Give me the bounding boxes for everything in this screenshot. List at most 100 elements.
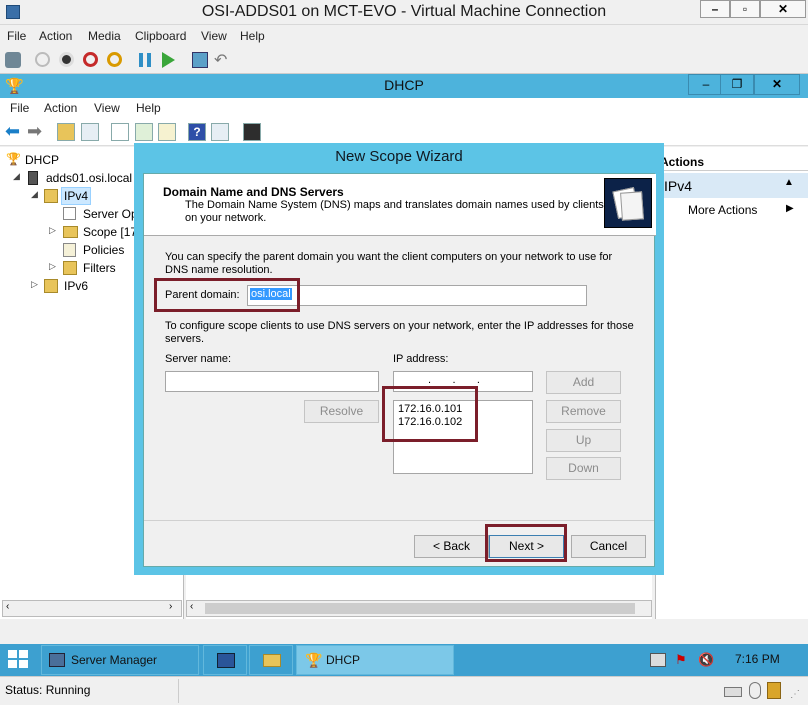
revert-icon[interactable]: ↶ [214,50,227,70]
show-hide-tree-icon[interactable] [81,123,99,141]
mmc-minimize-icon[interactable]: – [688,74,724,95]
highlight-box-parent-domain [154,278,300,312]
actions-pane: Actions IPv4 ▲ More Actions ▶ [655,147,808,619]
mmc-toolbar: ⬅ ➡ ? [0,118,808,146]
new-scope-wizard: New Scope Wizard Domain Name and DNS Ser… [134,143,664,575]
monitor-icon[interactable] [243,123,261,141]
scroll-thumb[interactable] [205,603,635,614]
vm-menu-clipboard[interactable]: Clipboard [135,29,186,43]
trophy-icon: 🏆 [305,652,323,668]
mmc-restore-icon[interactable]: ❐ [720,74,754,95]
scroll-left-icon[interactable]: ‹ [6,601,9,612]
refresh-icon[interactable] [135,123,153,141]
cancel-button[interactable]: Cancel [571,535,646,558]
resolve-button[interactable]: Resolve [304,400,379,423]
save-state-icon[interactable] [107,52,122,67]
folder-icon [63,226,78,238]
taskbar-dhcp[interactable]: 🏆 DHCP [296,645,454,675]
flag-icon[interactable]: ⚑ [675,652,687,668]
vm-menu-bar: File Action Media Clipboard View Help [0,26,808,46]
tree-label: IPv4 [64,189,89,203]
taskbar-clock[interactable]: 7:16 PM [735,652,780,666]
shutdown-icon[interactable] [83,52,98,67]
snapshot-icon[interactable] [192,52,208,68]
help-icon[interactable]: ? [188,123,206,141]
footer-divider [144,520,654,521]
scroll-left-icon[interactable]: ‹ [190,601,193,612]
taskbar-server-manager[interactable]: Server Manager [41,645,199,675]
vm-menu-action[interactable]: Action [39,29,72,43]
mmc-menu-view[interactable]: View [94,101,120,115]
more-actions-label: More Actions [688,203,758,217]
scroll-right-icon[interactable]: › [169,601,172,612]
expand-arrow-icon[interactable]: ▷ [31,279,38,290]
taskbar-label: DHCP [326,653,361,667]
ip-address-dots: . . . [428,374,480,386]
tree-label: Policies [83,243,125,257]
turn-off-icon[interactable] [59,52,74,67]
results-scrollbar[interactable]: ‹ [186,600,652,617]
collapse-arrow-icon[interactable]: ◢ [31,189,38,200]
vm-status-bar: Status: Running ⋰ [0,676,808,705]
server-options-icon [63,207,76,220]
vm-menu-file[interactable]: File [7,29,26,43]
taskbar-explorer[interactable] [249,645,293,675]
highlight-box-ip-list [382,386,478,442]
taskbar: Server Manager 🏆 DHCP ⚑ 🔇 7:16 PM [0,644,808,676]
pause-icon[interactable] [139,53,151,67]
intro-text-1: You can specify the parent domain you wa… [165,251,613,263]
resize-grip-icon[interactable]: ⋰ [790,689,800,700]
action-pane-icon[interactable] [211,123,229,141]
start-button[interactable] [8,650,30,670]
server-name-input[interactable] [165,371,379,392]
powershell-icon [217,653,235,668]
maximize-icon[interactable]: ▫ [730,0,760,18]
ctrl-alt-del-icon[interactable] [5,52,21,68]
volume-icon[interactable]: 🔇 [698,652,714,668]
mmc-menu-action[interactable]: Action [44,101,77,115]
vm-menu-media[interactable]: Media [88,29,121,43]
config-text-2: servers. [165,333,205,345]
start-icon[interactable] [35,52,50,67]
back-button[interactable]: < Back [414,535,489,558]
mouse-icon [749,682,761,699]
minimize-icon[interactable]: – [700,0,730,18]
tree-label: Scope [17 [83,225,138,239]
remove-button[interactable]: Remove [546,400,621,423]
collapse-up-icon[interactable]: ▲ [784,177,794,188]
submenu-arrow-icon: ▶ [786,203,794,214]
taskbar-powershell[interactable] [203,645,247,675]
tree-label: Filters [83,261,116,275]
resume-icon[interactable] [162,52,175,68]
actions-section-ipv4[interactable]: IPv4 ▲ [656,173,808,198]
server-icon [28,171,38,185]
up-folder-icon[interactable] [57,123,75,141]
expand-arrow-icon[interactable]: ▷ [49,261,56,272]
collapse-arrow-icon[interactable]: ◢ [13,171,20,182]
down-button[interactable]: Down [546,457,621,480]
filter-icon [63,261,77,275]
expand-arrow-icon[interactable]: ▷ [49,225,56,236]
properties-icon[interactable] [111,123,129,141]
up-button[interactable]: Up [546,429,621,452]
wizard-description-2: on your network. [185,212,267,224]
vm-menu-help[interactable]: Help [240,29,265,43]
intro-text-2: DNS name resolution. [165,264,273,276]
folder-icon [263,654,281,667]
add-button[interactable]: Add [546,371,621,394]
actions-header-label: Actions [660,155,705,169]
vm-title-bar: OSI-ADDS01 on MCT-EVO - Virtual Machine … [0,0,808,25]
back-arrow-icon[interactable]: ⬅ [5,121,20,142]
tree-scrollbar[interactable]: ‹ › [2,600,182,617]
mmc-menu-help[interactable]: Help [136,101,161,115]
more-actions-item[interactable]: More Actions ▶ [688,203,798,221]
vm-menu-view[interactable]: View [201,29,227,43]
close-icon[interactable]: ✕ [760,0,806,18]
forward-arrow-icon[interactable]: ➡ [27,121,42,142]
mmc-close-icon[interactable]: ✕ [754,74,800,95]
export-list-icon[interactable] [158,123,176,141]
network-icon[interactable] [650,653,666,667]
mmc-menu-bar: File Action View Help [0,98,808,118]
trophy-icon: 🏆 [6,152,21,166]
mmc-menu-file[interactable]: File [10,101,29,115]
